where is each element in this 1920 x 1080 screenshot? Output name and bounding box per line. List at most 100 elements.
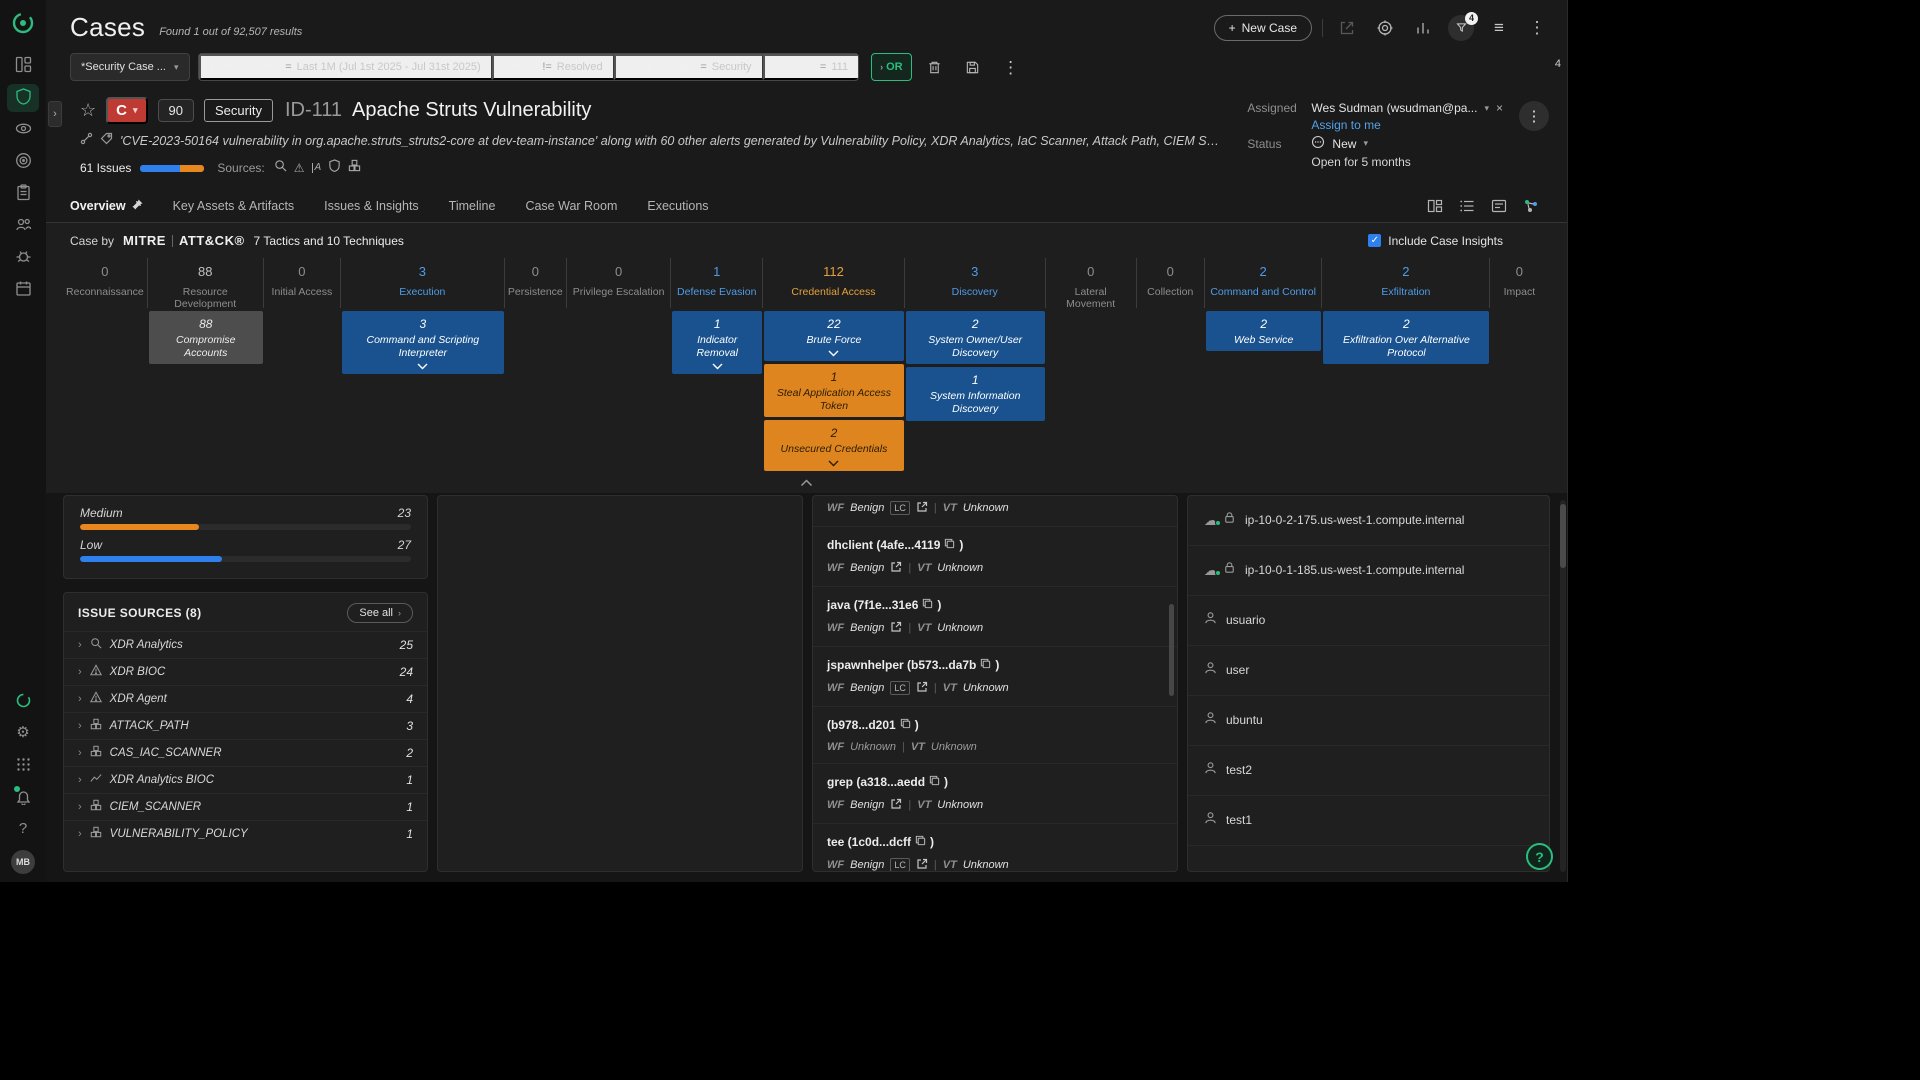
save-filter-icon[interactable]	[958, 53, 988, 81]
tab[interactable]: Case War Room	[525, 189, 617, 222]
filter-funnel-icon[interactable]: 4	[1447, 15, 1475, 41]
filter-preset-dropdown[interactable]: *Security Case ...▾	[70, 53, 190, 81]
technique-card[interactable]: 2 Exfiltration Over Alternative Protocol	[1323, 311, 1489, 364]
asset-row[interactable]: test1	[1188, 796, 1549, 846]
filter-chip[interactable]: Case Domain = Security	[614, 54, 763, 80]
process-row[interactable]: jspawnhelper (b573...da7b ) WF Benign LC…	[813, 647, 1177, 707]
copy-icon[interactable]	[980, 656, 991, 674]
asset-row[interactable]: test2	[1188, 746, 1549, 796]
filter-chip[interactable]: Case ID = 111	[763, 54, 859, 80]
open-link-icon[interactable]	[890, 798, 902, 813]
tab[interactable]: Key Assets & Artifacts	[173, 189, 295, 222]
process-row[interactable]: java (7f1e...31e6 ) WF Benign | VT Unkno…	[813, 587, 1177, 647]
new-case-button[interactable]: +New Case	[1214, 15, 1312, 41]
technique-card[interactable]: 1 Steal Application Access Token	[764, 364, 903, 417]
apps-grid-icon[interactable]	[7, 750, 39, 778]
notifications-bell-icon[interactable]	[7, 782, 39, 810]
open-link-icon[interactable]	[890, 561, 902, 576]
assign-to-me-link[interactable]: Assign to me	[1311, 118, 1503, 132]
sidebar-item-threat-intel[interactable]	[7, 148, 39, 176]
copy-icon[interactable]	[922, 596, 933, 614]
expand-chevron-icon[interactable]	[770, 350, 897, 357]
technique-card[interactable]: 3 Command and Scripting Interpreter	[342, 311, 504, 374]
status-dropdown[interactable]: New ▾	[1311, 135, 1503, 152]
clear-assignee-icon[interactable]: ×	[1496, 101, 1503, 115]
open-link-icon[interactable]	[890, 621, 902, 636]
filter-kebab-icon[interactable]: ⋮	[996, 53, 1026, 81]
asset-row[interactable]: ☁ ip-10-0-1-185.us-west-1.compute.intern…	[1188, 546, 1549, 596]
asset-row[interactable]: ubuntu	[1188, 696, 1549, 746]
asset-row[interactable]: user	[1188, 646, 1549, 696]
process-row[interactable]: grep (a318...aedd ) WF Benign | VT Unkno…	[813, 764, 1177, 824]
technique-card[interactable]: 22 Brute Force	[764, 311, 903, 361]
help-fab-button[interactable]: ?	[1526, 843, 1553, 870]
star-icon[interactable]: ☆	[80, 100, 96, 121]
settings-gear-icon[interactable]: ⚙	[7, 718, 39, 746]
technique-card[interactable]: 2 Web Service	[1206, 311, 1321, 351]
list-view-icon[interactable]	[1455, 195, 1479, 217]
process-scrollbar-thumb[interactable]	[1169, 604, 1174, 696]
collapse-matrix-chevron[interactable]	[800, 475, 813, 490]
copy-icon[interactable]	[944, 536, 955, 554]
expand-chevron-icon[interactable]	[348, 363, 498, 370]
issue-source-row[interactable]: › XDR Agent 4	[64, 685, 427, 712]
filter-chip[interactable]: Last Updated = Last 1M (Jul 1st 2025 - J…	[199, 54, 492, 80]
expand-chevron-icon[interactable]	[770, 460, 897, 467]
process-row[interactable]: (b978...d201 ) WF Unknown | VT Unknown	[813, 707, 1177, 764]
sidebar-item-malware[interactable]	[7, 244, 39, 272]
open-link-icon[interactable]	[916, 858, 928, 873]
card-view-icon[interactable]	[1487, 195, 1511, 217]
issue-source-row[interactable]: › CIEM_SCANNER 1	[64, 793, 427, 820]
severity-badge[interactable]: C▾	[106, 97, 147, 124]
issue-source-row[interactable]: › XDR Analytics BIOC 1	[64, 766, 427, 793]
sidebar-item-investigation[interactable]	[7, 116, 39, 144]
process-row[interactable]: tee (1c0d...dcff ) WF Benign LC | VT Unk…	[813, 824, 1177, 873]
technique-card[interactable]: 88 Compromise Accounts	[149, 311, 263, 364]
kanban-view-icon[interactable]	[1423, 195, 1447, 217]
asset-row[interactable]: usuario	[1188, 596, 1549, 646]
technique-card[interactable]: 2 Unsecured Credentials	[764, 420, 903, 470]
sidebar-item-reports[interactable]	[7, 180, 39, 208]
copy-icon[interactable]	[929, 773, 940, 791]
export-icon[interactable]	[1333, 15, 1361, 41]
help-icon[interactable]: ?	[7, 814, 39, 842]
copy-icon[interactable]	[915, 833, 926, 851]
open-link-icon[interactable]	[916, 681, 928, 696]
tab[interactable]: Overview	[70, 189, 143, 222]
sidebar-item-assets[interactable]	[7, 212, 39, 240]
tab[interactable]: Executions	[647, 189, 708, 222]
technique-card[interactable]: 1 Indicator Removal	[672, 311, 762, 374]
issue-source-row[interactable]: › CAS_IAC_SCANNER 2	[64, 739, 427, 766]
issue-source-row[interactable]: › ATTACK_PATH 3	[64, 712, 427, 739]
or-operator-button[interactable]: ›OR	[871, 53, 912, 81]
collapsed-panel-badge[interactable]: 4	[1555, 58, 1561, 70]
see-all-button[interactable]: See all›	[347, 603, 413, 623]
include-insights-checkbox[interactable]: ✓ Include Case Insights	[1368, 234, 1543, 248]
asset-row[interactable]: ☁ ip-10-0-2-175.us-west-1.compute.intern…	[1188, 496, 1549, 546]
scope-target-icon[interactable]	[1371, 15, 1399, 41]
technique-card[interactable]: 2 System Owner/User Discovery	[906, 311, 1045, 364]
open-link-icon[interactable]	[916, 501, 928, 516]
copy-icon[interactable]	[900, 716, 911, 734]
hamburger-menu-icon[interactable]: ≡	[1485, 15, 1513, 41]
issue-source-row[interactable]: › VULNERABILITY_POLICY 1	[64, 820, 427, 847]
sidebar-item-cases[interactable]	[7, 84, 39, 112]
expand-chevron-icon[interactable]	[678, 363, 756, 370]
tab[interactable]: Timeline	[449, 189, 496, 222]
case-kebab-button[interactable]: ⋮	[1519, 101, 1549, 131]
assignee-dropdown[interactable]: Wes Sudman (wsudman@pa... ▾ ×	[1311, 101, 1503, 115]
tab[interactable]: Issues & Insights	[324, 189, 419, 222]
chart-icon[interactable]	[1409, 15, 1437, 41]
panel-expander[interactable]: ›	[48, 101, 62, 127]
issue-source-row[interactable]: › XDR BIOC 24	[64, 658, 427, 685]
user-avatar[interactable]: MB	[11, 850, 35, 874]
sidebar-item-scheduler[interactable]	[7, 276, 39, 304]
process-row[interactable]: WF Benign LC | VT Unknown	[813, 496, 1177, 527]
sidebar-item-dashboard[interactable]	[7, 52, 39, 80]
process-row[interactable]: dhclient (4afe...4119 ) WF Benign | VT U…	[813, 527, 1177, 587]
kebab-menu-icon[interactable]: ⋮	[1523, 15, 1551, 41]
delete-filter-icon[interactable]	[920, 53, 950, 81]
filter-chip[interactable]: Status != Resolved	[492, 54, 614, 80]
graph-view-icon[interactable]	[1519, 195, 1543, 217]
page-scrollbar-thumb[interactable]	[1560, 504, 1566, 568]
